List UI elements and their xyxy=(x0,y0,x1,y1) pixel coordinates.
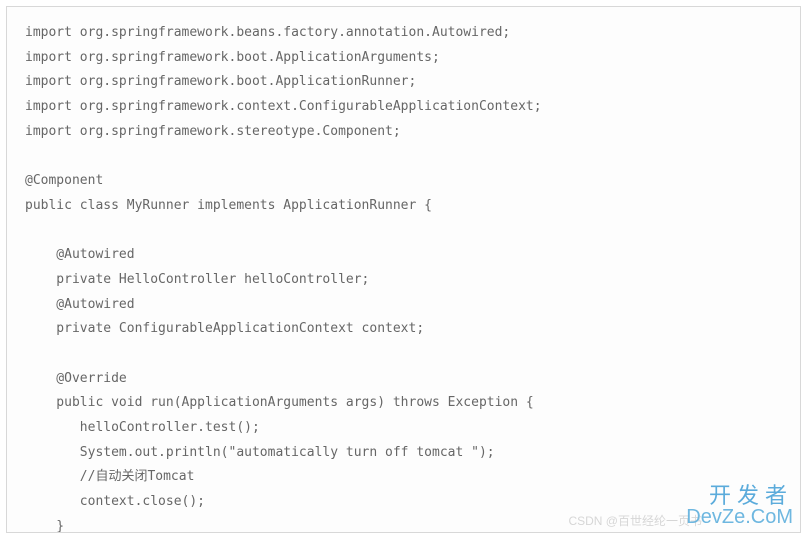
code-block: import org.springframework.beans.factory… xyxy=(6,6,801,533)
code-content: import org.springframework.beans.factory… xyxy=(25,25,542,533)
